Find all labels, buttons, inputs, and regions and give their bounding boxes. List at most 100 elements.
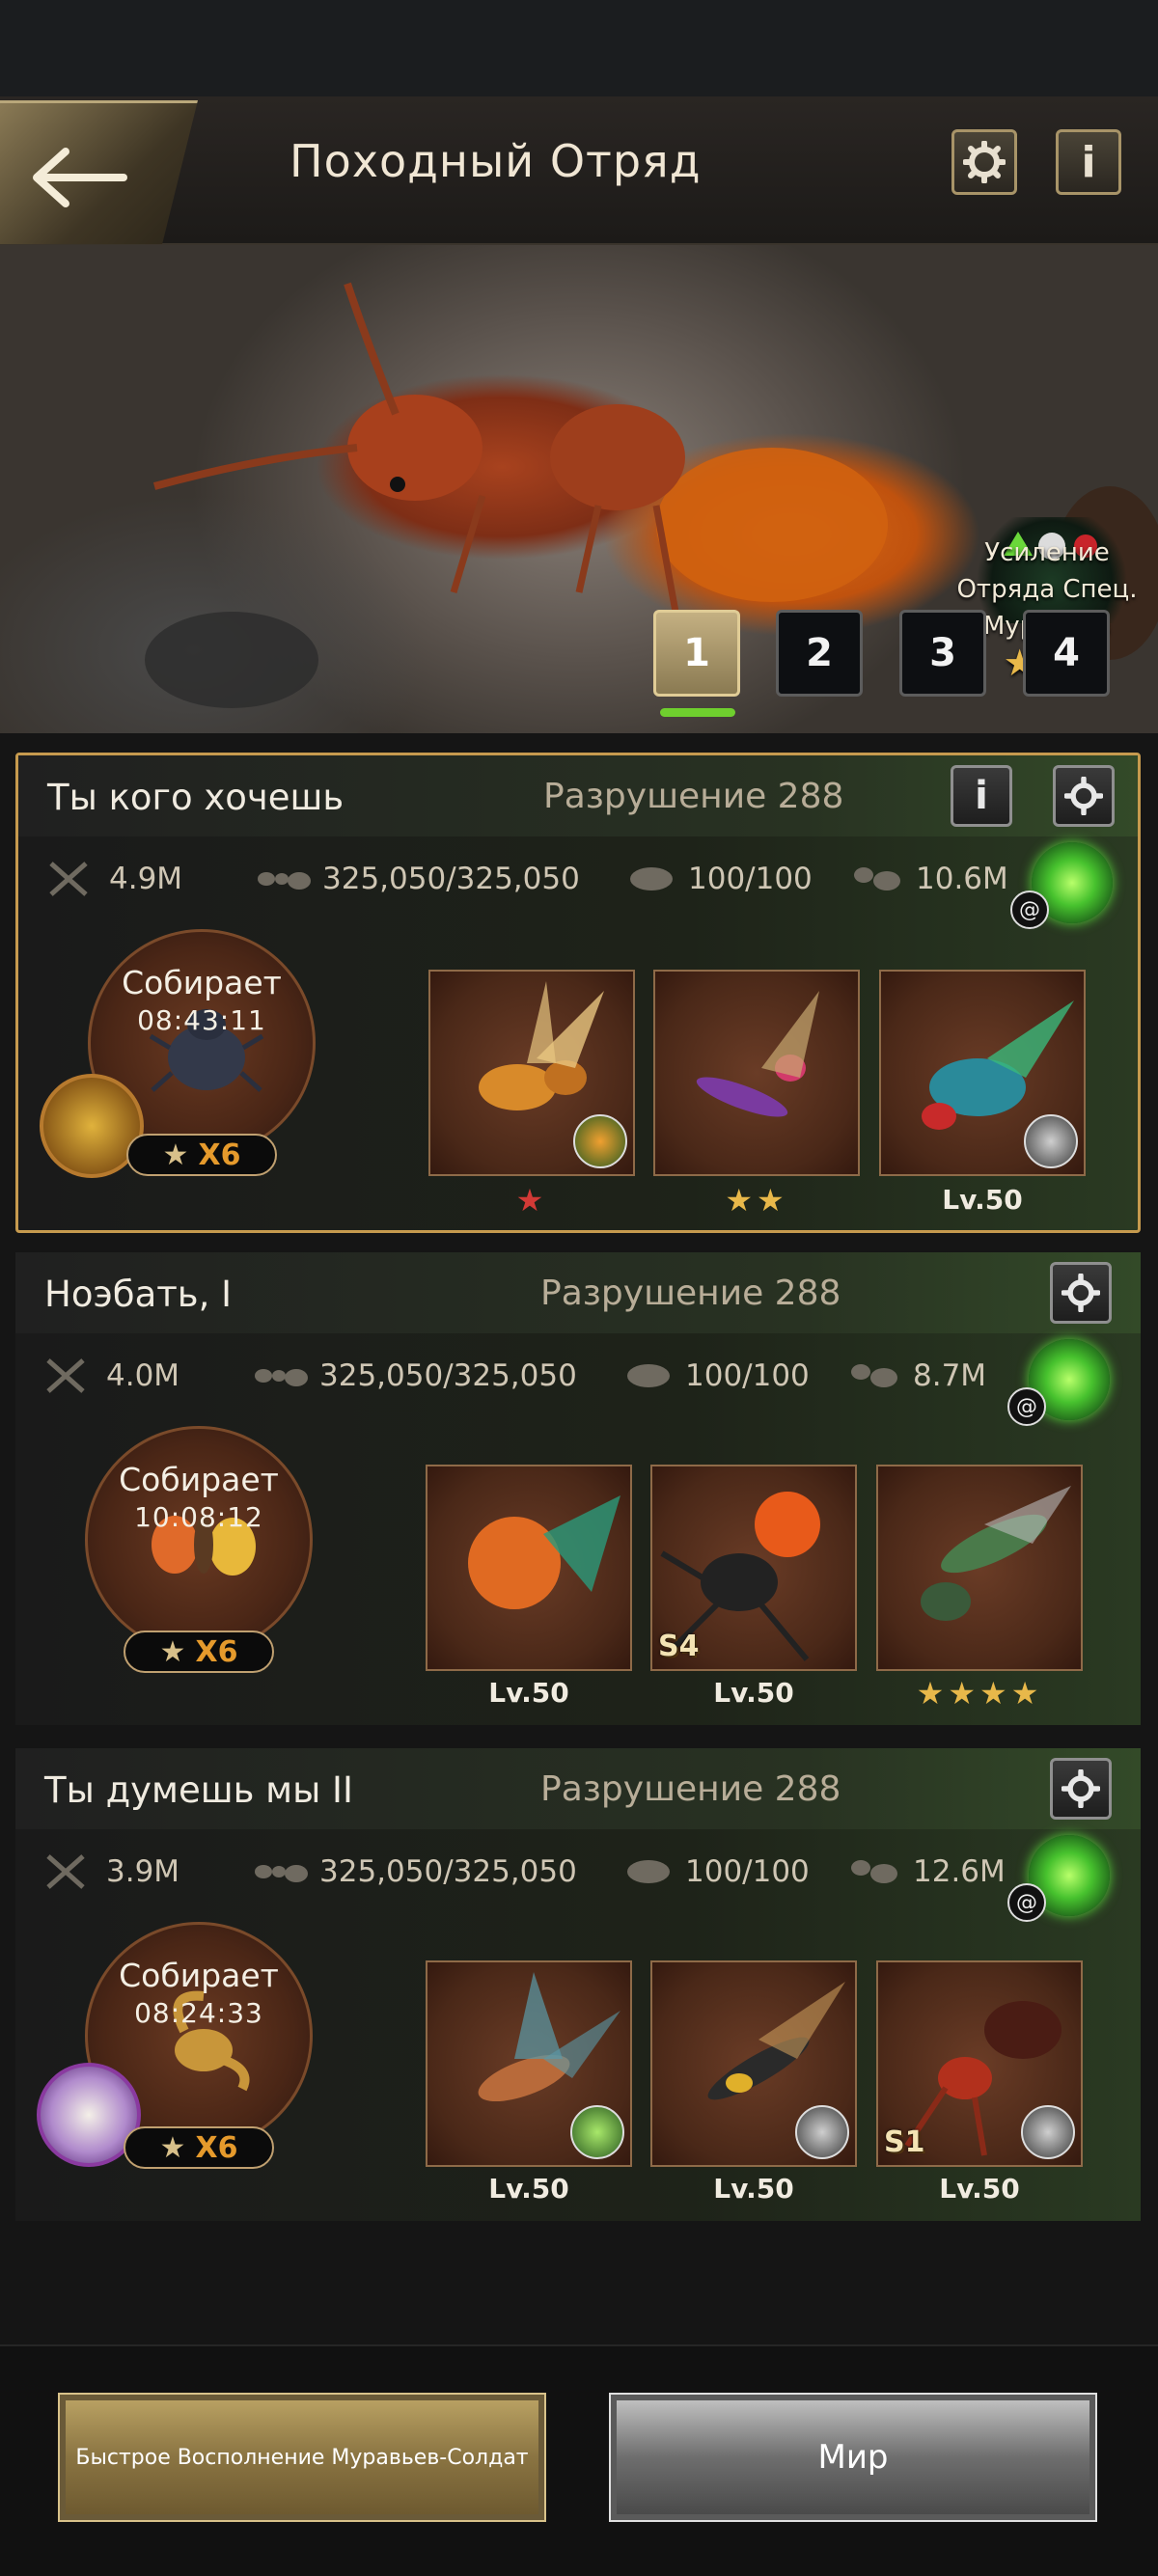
header: Походный Отряд i — [0, 96, 1158, 245]
ant-soldier-icon — [854, 867, 900, 891]
card-level: Lv.50 — [939, 2173, 1020, 2205]
ant-soldier-icon — [851, 1364, 897, 1387]
unit-card[interactable]: S1 — [876, 1960, 1083, 2167]
beetle-icon — [630, 867, 673, 891]
squad-settings-button[interactable] — [1053, 765, 1115, 827]
gear-icon — [1062, 1274, 1100, 1312]
squad-header: Ты кого хочешь Разрушение 288 i — [18, 755, 1138, 836]
stat-attack: 4.0M — [44, 1357, 179, 1395]
squad-card-2[interactable]: Ноэбать, I Разрушение 288 4.0M 325,050/3… — [15, 1252, 1141, 1725]
ant-icon — [255, 1369, 308, 1386]
quick-refill-button[interactable]: Быстрое Восполнение Муравьев-Солдат — [58, 2393, 546, 2522]
squad-destruction: Разрушение 288 — [540, 1274, 841, 1313]
crossed-swords-icon — [46, 1854, 85, 1889]
leader-rank-badge: ★ X6 — [124, 1631, 274, 1673]
squad-name: Ты кого хочешь — [47, 777, 345, 818]
leader-status: Собирает — [119, 1461, 279, 1498]
active-tab-indicator — [660, 708, 735, 717]
unit-card[interactable] — [653, 970, 860, 1176]
velvet-bug-icon — [468, 1495, 620, 1609]
wasp-purple-icon — [696, 991, 819, 1117]
squad-tab-1[interactable]: 1 — [653, 610, 740, 697]
stat-ants: 325,050/325,050 — [252, 1852, 577, 1891]
card-level: Lv.50 — [713, 2173, 794, 2205]
squad-tab-4[interactable]: 4 — [1023, 610, 1110, 697]
green-wasp-icon — [921, 1486, 1071, 1621]
ant-icon — [258, 872, 311, 890]
stat-load: 100/100 — [620, 860, 813, 898]
squad-card-3[interactable]: Ты думешь мы II Разрушение 288 3.9M 325,… — [15, 1748, 1141, 2221]
squad-settings-button[interactable] — [1050, 1758, 1112, 1820]
world-button[interactable]: Мир — [609, 2393, 1097, 2522]
stat-attack: 3.9M — [44, 1852, 179, 1891]
squad-stats: 3.9M 325,050/325,050 100/100 12.6M — [15, 1841, 1141, 1899]
season-tag: S1 — [884, 2125, 925, 2159]
crossed-swords-icon — [49, 862, 88, 896]
squad-tab-3[interactable]: 3 — [899, 610, 986, 697]
swirl-icon: @ — [1007, 1883, 1046, 1922]
squad-card-1[interactable]: Ты кого хочешь Разрушение 288 i 4.9M 325… — [15, 753, 1141, 1233]
back-button[interactable] — [0, 100, 198, 244]
stat-attack: 4.9M — [47, 860, 182, 898]
swirl-icon: @ — [1007, 1387, 1046, 1426]
ant-icon — [255, 1865, 308, 1882]
squad-stats: 4.9M 325,050/325,050 100/100 10.6M — [18, 848, 1138, 906]
card-stars: ★★★★ — [916, 1675, 1043, 1712]
element-chip-icon — [1021, 2105, 1075, 2159]
card-stars: ★★ — [725, 1182, 788, 1219]
settings-button[interactable] — [951, 129, 1017, 195]
stat-load: 100/100 — [618, 1357, 810, 1395]
gear-icon — [1064, 777, 1103, 815]
element-chip-icon — [1024, 1114, 1078, 1168]
squad-name: Ты думешь мы II — [44, 1769, 353, 1811]
season-tag: S4 — [658, 1630, 700, 1663]
card-level: Lv.50 — [488, 1677, 569, 1709]
leader-status: Собирает — [119, 1957, 279, 1994]
card-level: Lv.50 — [488, 2173, 569, 2205]
squad-stats: 4.0M 325,050/325,050 100/100 8.7M — [15, 1345, 1141, 1403]
stat-power: 10.6M — [848, 860, 1008, 898]
stat-power: 8.7M — [845, 1357, 986, 1395]
unit-card[interactable] — [650, 1960, 857, 2167]
unit-card[interactable] — [426, 1465, 632, 1671]
element-chip-icon — [570, 2105, 624, 2159]
beetle-icon — [627, 1860, 670, 1883]
arrow-left-icon — [33, 148, 127, 207]
squad-info-button[interactable]: i — [951, 765, 1012, 827]
leader-rank-badge: ★ X6 — [126, 1134, 277, 1176]
swirl-icon: @ — [1010, 891, 1049, 929]
unit-card[interactable] — [426, 1960, 632, 2167]
gear-icon — [1062, 1769, 1100, 1808]
squad-header: Ноэбать, I Разрушение 288 — [15, 1252, 1141, 1333]
stat-power: 12.6M — [845, 1852, 1006, 1891]
stat-ants: 325,050/325,050 — [255, 860, 580, 898]
page-title: Походный Отряд — [290, 135, 702, 187]
squad-header: Ты думешь мы II Разрушение 288 — [15, 1748, 1141, 1829]
card-stars: ★ — [515, 1182, 548, 1219]
squad-name: Ноэбать, I — [44, 1274, 233, 1315]
leader-status: Собирает — [122, 964, 282, 1001]
info-icon: i — [975, 774, 988, 818]
unit-card[interactable]: S4 — [650, 1465, 857, 1671]
unit-card[interactable] — [879, 970, 1086, 1176]
info-button[interactable]: i — [1056, 129, 1121, 195]
card-level: Lv.50 — [942, 1184, 1023, 1216]
stat-load: 100/100 — [618, 1852, 810, 1891]
squad-destruction: Разрушение 288 — [543, 777, 844, 816]
squad-tab-2[interactable]: 2 — [776, 610, 863, 697]
info-icon: i — [1081, 137, 1096, 187]
leader-timer: 08:24:33 — [134, 1997, 263, 2029]
squad-settings-button[interactable] — [1050, 1262, 1112, 1324]
unit-card[interactable] — [876, 1465, 1083, 1671]
element-chip-icon — [795, 2105, 849, 2159]
unit-card[interactable] — [428, 970, 635, 1176]
leader-timer: 10:08:12 — [134, 1501, 263, 1533]
crossed-swords-icon — [46, 1358, 85, 1393]
gear-icon — [963, 141, 1006, 183]
leader-timer: 08:43:11 — [137, 1004, 266, 1036]
beetle-icon — [627, 1364, 670, 1387]
leader-rank-badge: ★ X6 — [124, 2126, 274, 2169]
card-level: Lv.50 — [713, 1677, 794, 1709]
stat-ants: 325,050/325,050 — [252, 1357, 577, 1395]
status-bar-area — [0, 0, 1158, 96]
